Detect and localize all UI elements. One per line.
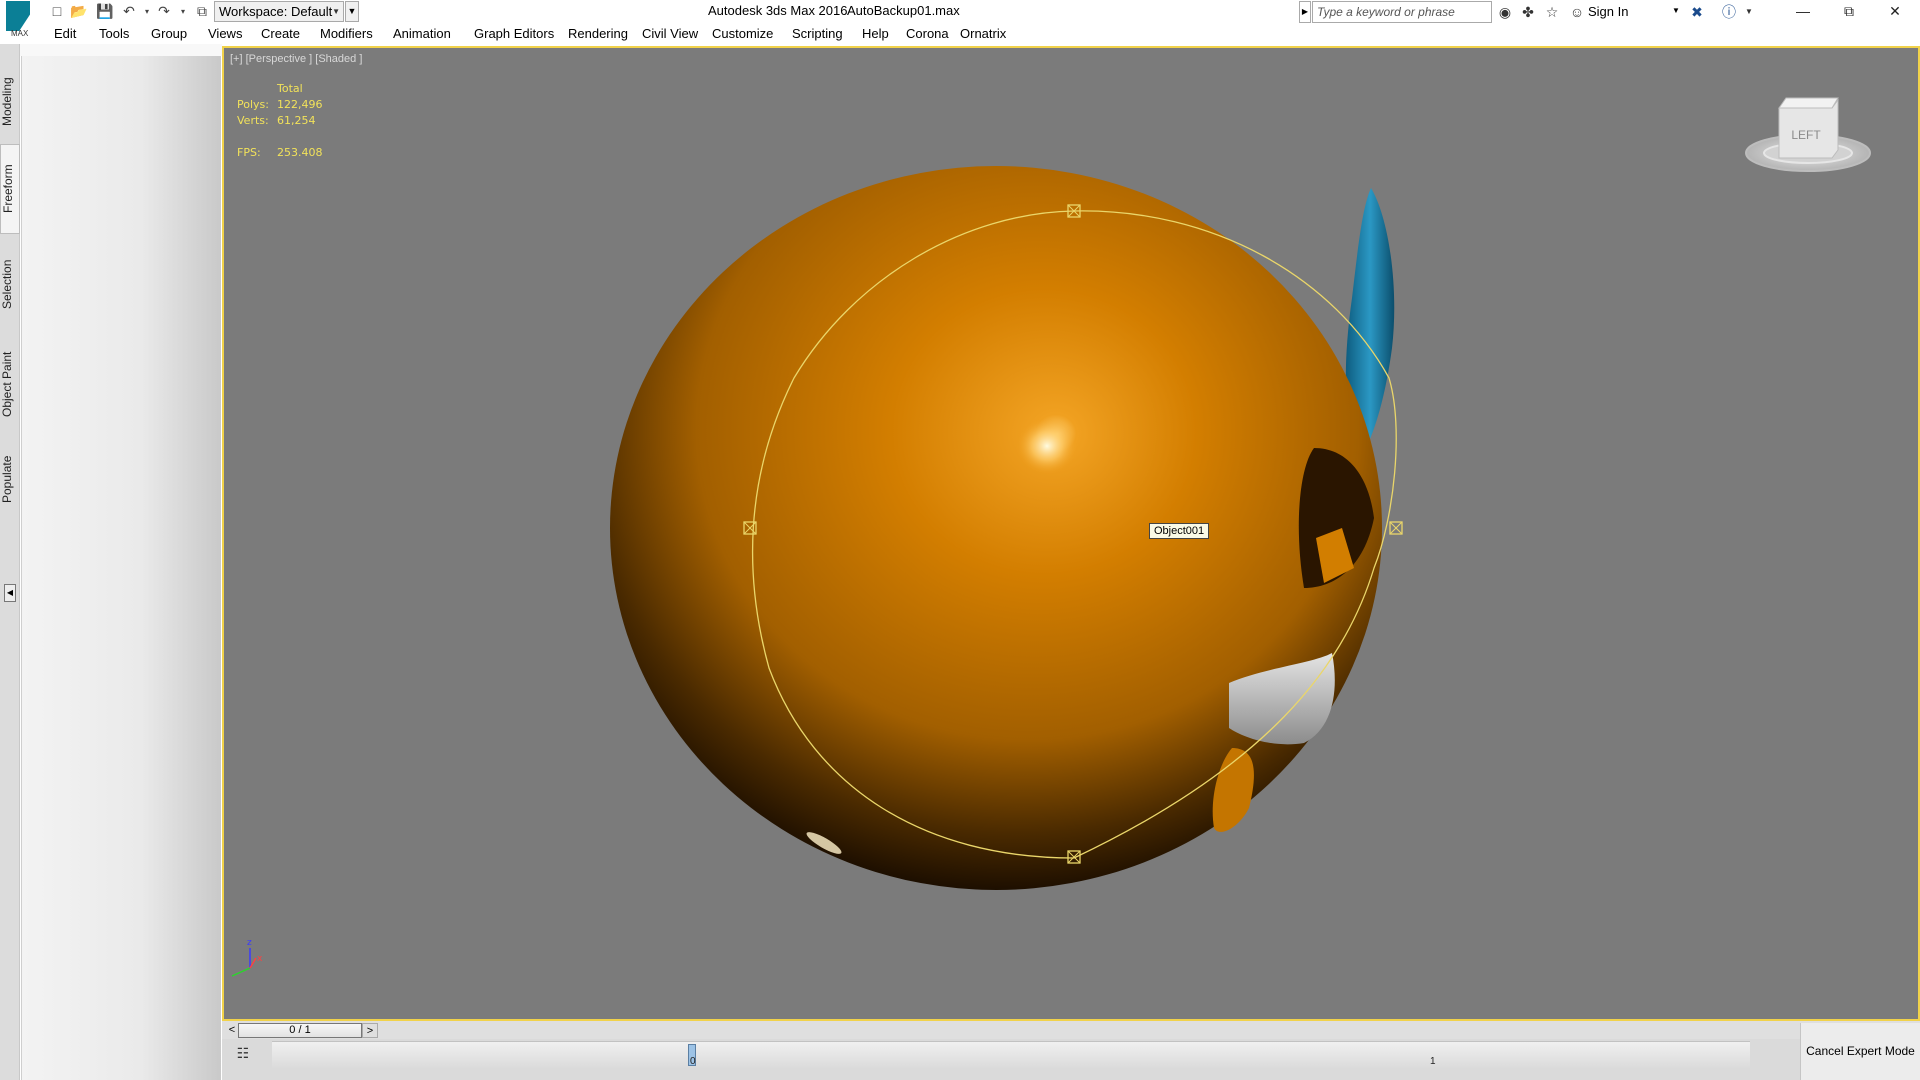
time-slider-next-button[interactable]: > (362, 1023, 378, 1038)
menu-customize[interactable]: Customize (712, 26, 773, 41)
ribbon-collapse-button[interactable]: ◀ (4, 584, 16, 602)
new-file-icon[interactable]: □ (48, 3, 66, 20)
stats-polys-label: Polys: (237, 98, 269, 111)
cancel-expert-mode-button[interactable]: Cancel Expert Mode (1800, 1023, 1920, 1080)
axis-z-label: z (247, 938, 252, 948)
chevron-down-icon: ▼ (332, 7, 340, 16)
open-file-icon[interactable]: 📂 (70, 3, 88, 20)
workspace-label: Workspace: Default (219, 4, 333, 19)
sphere-head (610, 166, 1382, 890)
tab-selection[interactable]: Selection (0, 244, 20, 324)
search-input[interactable]: Type a keyword or phrase (1312, 1, 1492, 23)
max-logo-icon (6, 1, 30, 31)
track-bar[interactable]: 0 1 (272, 1041, 1750, 1069)
restore-button[interactable]: ⧉ (1826, 0, 1872, 24)
tab-populate[interactable]: Populate (0, 439, 20, 519)
app-logo-button[interactable]: MAX (0, 0, 38, 40)
time-slider-thumb[interactable]: 0 / 1 (238, 1023, 362, 1038)
file-title: AutoBackup01.max (847, 3, 960, 18)
menu-help[interactable]: Help (862, 26, 889, 41)
favorites-star-icon[interactable]: ☆ (1543, 3, 1561, 21)
stats-verts-value: 61,254 (277, 114, 316, 127)
menu-create[interactable]: Create (261, 26, 300, 41)
viewport-scene: LEFT z x (231, 97, 1871, 977)
sign-in-link[interactable]: Sign In (1588, 4, 1628, 19)
search-expand-button[interactable]: ▶ (1299, 1, 1311, 23)
frame-start-label: 0 (690, 1056, 696, 1067)
minimize-button[interactable]: — (1780, 0, 1826, 24)
menu-tools[interactable]: Tools (99, 26, 129, 41)
binoculars-icon[interactable]: ◉ (1496, 3, 1514, 21)
help-icon[interactable]: ⓘ (1720, 3, 1738, 21)
ribbon-panel (21, 56, 221, 1080)
axis-tripod: z x (231, 938, 263, 977)
menu-animation[interactable]: Animation (393, 26, 451, 41)
menu-modifiers[interactable]: Modifiers (320, 26, 373, 41)
menu-bar: Edit Tools Group Views Create Modifiers … (42, 24, 1920, 44)
ribbon-header (20, 44, 222, 56)
menu-scripting[interactable]: Scripting (792, 26, 843, 41)
redo-icon[interactable]: ↷ (155, 3, 173, 20)
redo-dropdown-icon[interactable]: ▾ (174, 3, 192, 20)
specular-highlight (1017, 418, 1077, 474)
frame-end-label: 1 (1430, 1056, 1436, 1067)
menu-rendering[interactable]: Rendering (568, 26, 628, 41)
tab-freeform[interactable]: Freeform (0, 144, 20, 234)
stats-verts-label: Verts: (237, 114, 269, 127)
app-title: Autodesk 3ds Max 2016 (708, 3, 848, 18)
undo-dropdown-icon[interactable]: ▾ (138, 3, 156, 20)
subscription-center-icon[interactable]: ✤ (1519, 3, 1537, 21)
axis-x-label: x (257, 954, 263, 964)
stats-fps-label: FPS: (237, 146, 261, 159)
tab-object-paint[interactable]: Object Paint (0, 334, 20, 434)
exchange-apps-icon[interactable]: ✖ (1688, 3, 1706, 21)
help-dropdown-icon[interactable]: ▼ (1740, 3, 1758, 21)
quick-access-customize-button[interactable]: ▼ (345, 1, 359, 22)
stats-fps-value: 253.408 (277, 146, 323, 159)
menu-group[interactable]: Group (151, 26, 187, 41)
workspace-select[interactable]: Workspace: Default ▼ (214, 1, 344, 22)
menu-corona[interactable]: Corona (906, 26, 949, 41)
stats-polys-value: 122,496 (277, 98, 323, 111)
save-file-icon[interactable]: 💾 (96, 3, 114, 20)
viewcube-label: LEFT (1791, 128, 1821, 142)
chevron-down-icon[interactable]: ▼ (1672, 6, 1680, 15)
menu-ornatrix[interactable]: Ornatrix (960, 26, 1006, 41)
viewport-label-menu[interactable]: [+] [Perspective ] [Shaded ] (230, 53, 362, 65)
app-logo-text: MAX (11, 29, 29, 38)
perspective-viewport[interactable]: LEFT z x [+] [Perspective ] [Shaded ] To… (222, 46, 1920, 1021)
mini-curve-editor-icon[interactable]: ☷ (232, 1045, 254, 1065)
ribbon-tab-strip: Modeling Freeform Selection Object Paint… (0, 44, 20, 1080)
menu-views[interactable]: Views (208, 26, 242, 41)
tab-modeling[interactable]: Modeling (0, 62, 20, 142)
user-icon[interactable]: ☺ (1568, 3, 1586, 21)
menu-edit[interactable]: Edit (54, 26, 76, 41)
menu-graph-editors[interactable]: Graph Editors (474, 26, 554, 41)
close-button[interactable]: ✕ (1872, 0, 1918, 24)
stats-total-label: Total (277, 82, 303, 95)
track-bar-row: ☷ 0 1 (222, 1039, 1804, 1080)
undo-icon[interactable]: ↶ (120, 3, 138, 20)
time-slider: < 0 / 1 > (222, 1021, 1920, 1039)
viewcube: LEFT (1745, 97, 1871, 172)
object-tooltip: Object001 (1149, 523, 1210, 539)
project-folder-icon[interactable]: ⧉ (193, 3, 211, 20)
title-bar: MAX □ 📂 💾 ↶ ▾ ↷ ▾ ⧉ Workspace: Default ▼… (0, 0, 1920, 40)
menu-civil-view[interactable]: Civil View (642, 26, 698, 41)
